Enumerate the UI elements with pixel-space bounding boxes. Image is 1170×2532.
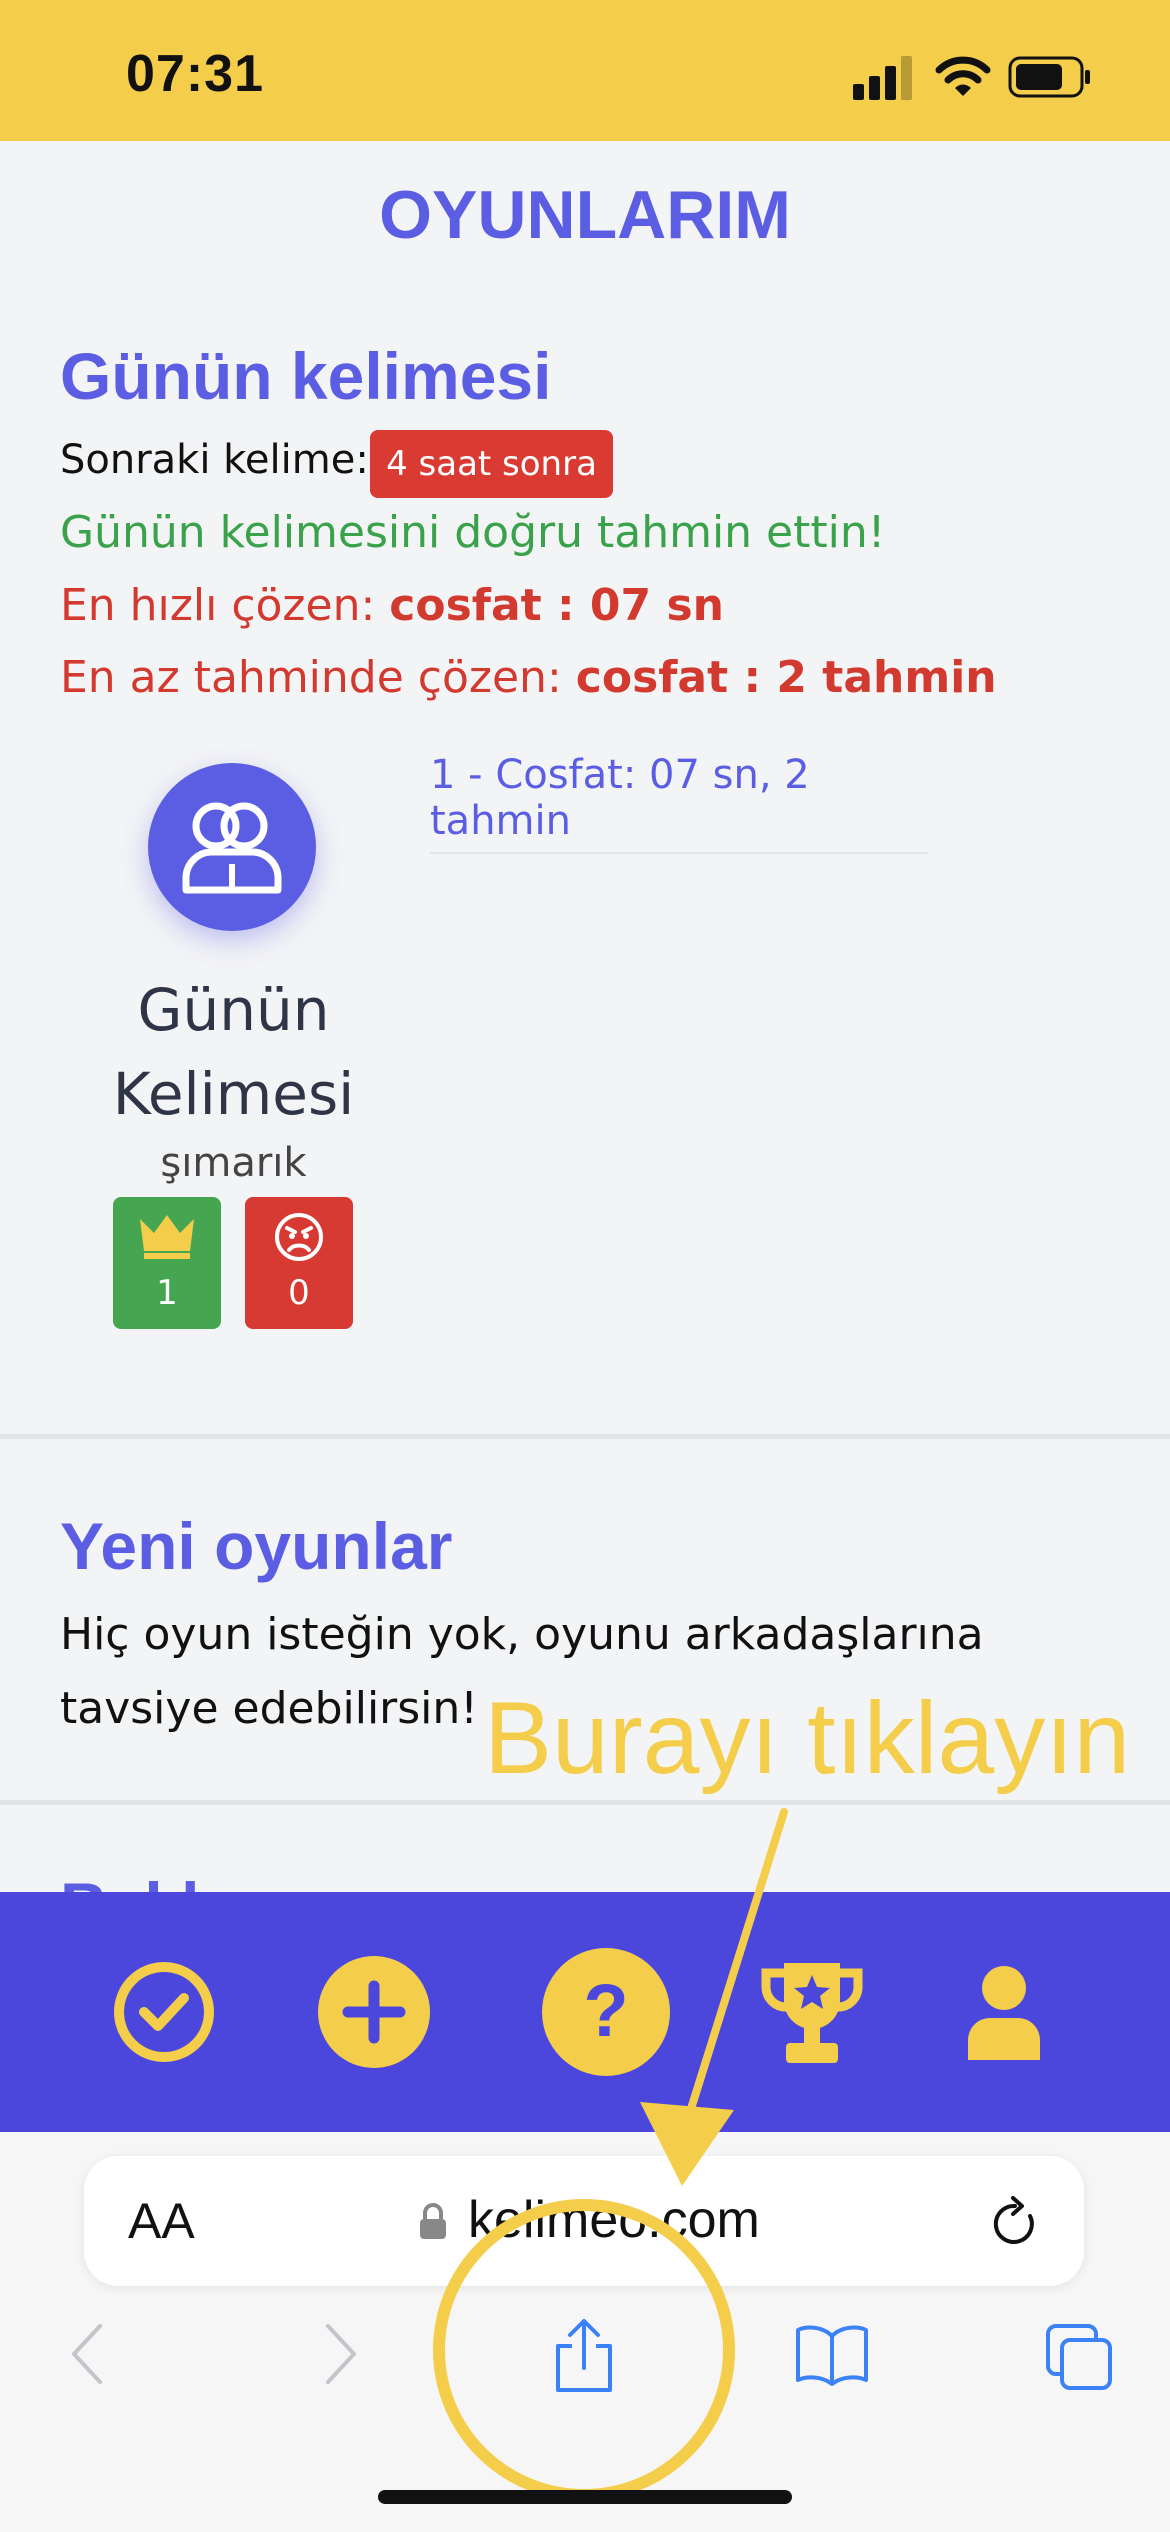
home-indicator (378, 2490, 792, 2504)
game-word: şımarık (160, 1140, 307, 1186)
next-word-label: Sonraki kelime: (60, 437, 369, 483)
fewest-guesses-label: En az tahminde çözen: (60, 652, 576, 703)
daily-word-section-title: Günün kelimesi (60, 339, 552, 413)
angry-face-icon (275, 1213, 323, 1261)
tabs-icon[interactable] (1044, 2322, 1114, 2392)
cellular-signal-icon (853, 56, 912, 100)
back-icon[interactable] (68, 2322, 108, 2386)
fastest-solver-line: En hızlı çözen: cosfat : 07 sn (60, 580, 724, 631)
new-games-section-title: Yeni oyunlar (60, 1509, 453, 1583)
nav-profile-button[interactable] (924, 1892, 1084, 2132)
question-circle-icon: ? (542, 1948, 670, 2076)
losses-count: 0 (288, 1273, 310, 1313)
plus-circle-icon (318, 1956, 430, 2068)
users-icon (182, 802, 282, 894)
section-divider (0, 1434, 1170, 1439)
fastest-solver-value: cosfat : 07 sn (389, 580, 724, 631)
check-circle-icon (114, 1962, 214, 2062)
nav-new-game-button[interactable] (294, 1892, 454, 2132)
game-name: Günün Kelimesi (112, 976, 355, 1128)
wins-badge: 1 (113, 1197, 221, 1329)
url-text[interactable]: kelimeo.com (468, 2190, 760, 2250)
user-icon (968, 1966, 1040, 2060)
share-icon[interactable] (552, 2318, 616, 2394)
reload-icon[interactable] (990, 2196, 1040, 2250)
text-size-button[interactable]: AA (128, 2192, 195, 2250)
battery-icon (1008, 56, 1090, 98)
success-message: Günün kelimesini doğru tahmin ettin! (60, 507, 886, 558)
wifi-icon (935, 56, 991, 96)
svg-text:?: ? (583, 1969, 628, 2052)
wins-count: 1 (156, 1273, 178, 1313)
annotation-instruction: Burayı tıklayın (484, 1681, 1131, 1795)
nav-completed-games-button[interactable] (84, 1892, 244, 2132)
next-word-badge: 4 saat sonra (370, 430, 613, 498)
crown-icon (140, 1215, 194, 1259)
section-divider (0, 1800, 1170, 1805)
fewest-guesses-value: cosfat : 2 tahmin (575, 652, 997, 703)
fewest-guesses-line: En az tahminde çözen: cosfat : 2 tahmin (60, 652, 997, 703)
nav-help-button[interactable]: ? (526, 1892, 686, 2132)
forward-icon[interactable] (320, 2322, 360, 2386)
lock-icon (420, 2203, 446, 2239)
losses-badge: 0 (245, 1197, 353, 1329)
bottom-nav-bar: ? (0, 1892, 1170, 2132)
fastest-solver-label: En hızlı çözen: (60, 580, 390, 631)
nav-leaderboard-button[interactable] (732, 1892, 892, 2132)
page-title: OYUNLARIM (379, 177, 791, 253)
status-time: 07:31 (126, 45, 264, 103)
leaderboard-entry[interactable]: 1 - Cosfat: 07 sn, 2 tahmin (430, 752, 928, 854)
daily-game-button[interactable] (148, 763, 316, 931)
bookmarks-icon[interactable] (794, 2322, 870, 2386)
trophy-icon (761, 1963, 863, 2063)
